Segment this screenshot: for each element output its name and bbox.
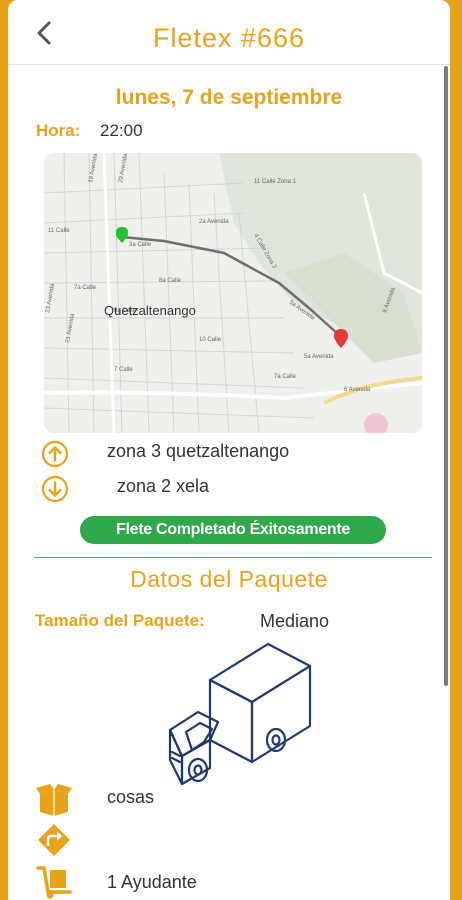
origin-address: zona 3 quetzaltenango (107, 441, 290, 461)
top-bar: Fletex #666 (8, 0, 450, 65)
box-icon (36, 784, 72, 816)
helper-count: 1 Ayudante (107, 872, 197, 892)
route-map[interactable]: 11 Calle Zona 1 11 Calle 29 Avenida 2a A… (44, 153, 422, 433)
map-street-label: 2a Avenida (199, 219, 229, 225)
map-street-label: 3a Calle (129, 242, 152, 248)
service-date: lunes, 7 de septiembre (115, 86, 343, 109)
map-street-label: 7a Calle (74, 285, 97, 291)
map-street-label: 11 Calle (48, 228, 70, 234)
package-size-value: Mediano (260, 611, 330, 631)
map-street-label: 6 Avenida (344, 387, 371, 393)
time-value: 22:00 (100, 121, 143, 140)
map-street-label: 5a Avenida (304, 354, 334, 360)
map-street-label: 10 Calle (199, 337, 222, 343)
arrow-down-circle-icon (41, 475, 69, 503)
status-badge: Flete Completado Éxitosamente (80, 516, 386, 544)
page-title: Fletex #666 (152, 23, 306, 53)
divider (34, 557, 432, 558)
app-card: Fletex #666 lunes, 7 de septiembre Hora:… (8, 0, 450, 900)
time-label: Hora: (36, 121, 81, 140)
package-size-label: Tamaño del Paquete: (35, 611, 205, 630)
turn-right-sign-icon (38, 824, 70, 856)
destination-address: zona 2 xela (117, 476, 210, 496)
map-street-label: 11 Calle Zona 1 (254, 179, 297, 185)
dolly-icon (36, 866, 72, 899)
section-title-package: Datos del Paquete (130, 566, 328, 592)
package-content: cosas (107, 787, 155, 807)
map-street-label: 7 Calle (114, 367, 133, 373)
truck-icon (168, 642, 312, 785)
arrow-up-circle-icon (41, 440, 69, 468)
map-canvas: 11 Calle Zona 1 11 Calle 29 Avenida 2a A… (44, 153, 422, 433)
scrollbar[interactable] (444, 66, 448, 686)
map-street-label: 7a Calle (274, 374, 297, 380)
map-city-label: Quetzaltenango (104, 303, 196, 318)
map-street-label: 8a Calle (159, 278, 182, 284)
